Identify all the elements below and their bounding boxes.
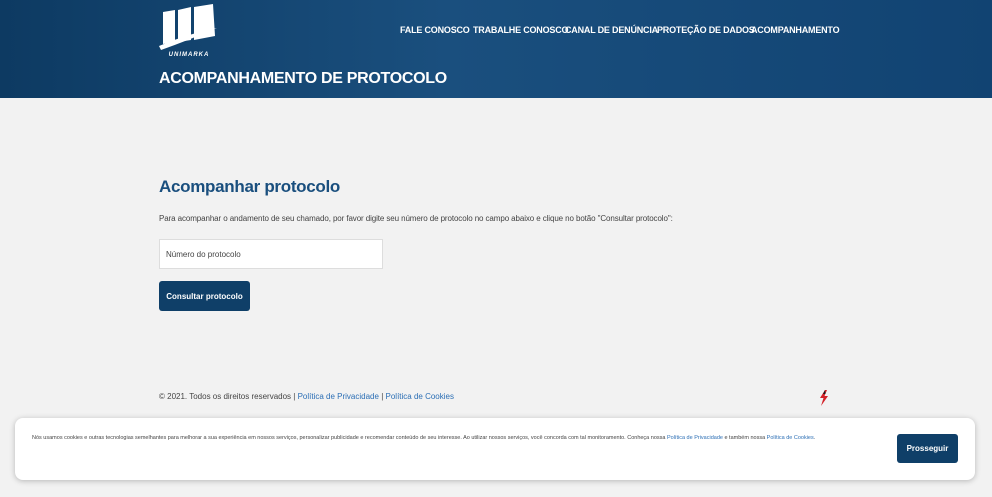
nav-item-trabalhe-conosco[interactable]: TRABALHE CONOSCO (473, 24, 569, 36)
intro-text: Para acompanhar o andamento de seu chama… (159, 214, 673, 223)
section-title: Acompanhar protocolo (159, 177, 341, 196)
cookie-text-part: . (813, 435, 816, 441)
site-footer: © 2021. Todos os direitos reservados | P… (159, 392, 454, 401)
site-header: UNIMARKA FALE CONOSCO TRABALHE CONOSCO C… (0, 0, 992, 98)
logo-text: UNIMARKA (168, 52, 210, 58)
cookie-text-part: Nós usamos cookies e outras tecnologias … (32, 435, 667, 441)
copyright-text: © 2021. Todos os direitos reservados | (159, 392, 298, 401)
consult-protocol-button[interactable]: Consultar protocolo (159, 281, 250, 311)
page-title: ACOMPANHAMENTO DE PROTOCOLO (159, 70, 447, 87)
privacy-policy-link[interactable]: Política de Privacidade (298, 392, 379, 401)
protocol-number-input[interactable] (159, 239, 383, 269)
accept-cookies-button[interactable]: Prosseguir (897, 434, 958, 463)
logo-mark (159, 4, 217, 50)
cookie-privacy-link[interactable]: Política de Privacidade (667, 435, 723, 441)
cookie-cookies-link[interactable]: Política de Cookies (767, 435, 814, 441)
nav-item-canal-denuncia[interactable]: CANAL DE DENÚNCIA (565, 24, 658, 36)
cookie-policy-link[interactable]: Política de Cookies (386, 392, 454, 401)
cookie-notice-text: Nós usamos cookies e outras tecnologias … (32, 435, 815, 441)
cookie-text-part: e também nossa (722, 435, 767, 441)
unimarka-logo[interactable]: UNIMARKA (159, 4, 219, 58)
nav-item-acompanhamento[interactable]: ACOMPANHAMENTO (751, 24, 840, 36)
nav-item-fale-conosco[interactable]: FALE CONOSCO (400, 24, 470, 36)
cookie-banner: Nós usamos cookies e outras tecnologias … (15, 418, 975, 480)
nav-item-protecao-dados[interactable]: PROTEÇÃO DE DADOS (657, 24, 755, 36)
bolt-icon[interactable] (818, 390, 830, 406)
